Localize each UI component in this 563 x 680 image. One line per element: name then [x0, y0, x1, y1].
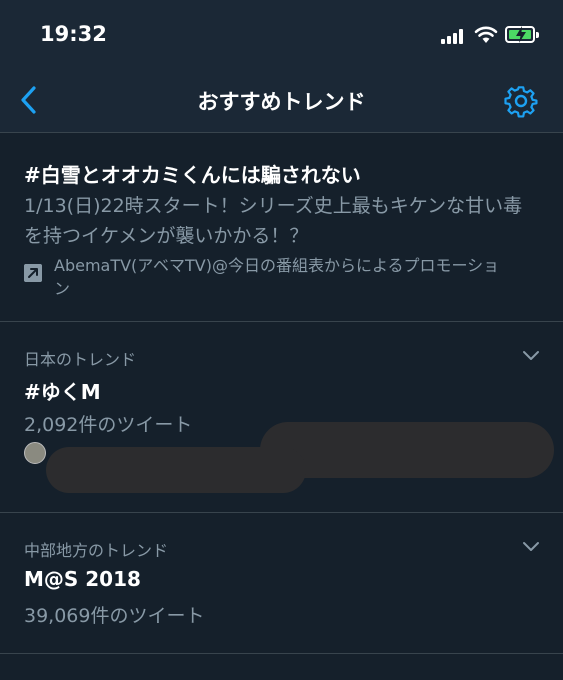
- promoted-trend[interactable]: #白雪とオオカミくんには騙されない 1/13(日)22時スタート！シリーズ史上最…: [0, 133, 563, 322]
- trend-context: 日本のトレンド: [24, 350, 137, 369]
- status-time: 19:32: [40, 22, 107, 46]
- trend-name[interactable]: #ゆくM: [24, 376, 101, 405]
- trend-item[interactable]: 中部地方のトレンド M@S 2018 39,069件のツイート: [0, 513, 563, 654]
- trend-context: 中部地方のトレンド: [24, 541, 169, 560]
- battery-icon: [505, 26, 539, 43]
- redacted-overlay: [46, 447, 306, 493]
- page-title: おすすめトレンド: [197, 90, 366, 114]
- chevron-down-icon[interactable]: [522, 350, 540, 362]
- trend-name[interactable]: M@S 2018: [24, 567, 141, 591]
- trend-tweet-count: 2,092件のツイート: [24, 414, 193, 436]
- wifi-icon: [474, 26, 498, 43]
- navigation-bar: おすすめトレンド: [0, 70, 563, 133]
- trend-tweet-count: 39,069件のツイート: [24, 605, 205, 627]
- chevron-down-icon[interactable]: [522, 541, 540, 553]
- promoted-byline: AbemaTV(アベマTV)@今日の番組表からによるプロモーション: [54, 256, 500, 298]
- promoted-trend-description: 1/13(日)22時スタート！シリーズ史上最もキケンな甘い毒を持つイケメンが襲い…: [24, 195, 523, 247]
- gear-icon[interactable]: [504, 84, 538, 118]
- avatar: [24, 442, 46, 464]
- promoted-icon: [24, 264, 42, 282]
- signal-icon: [441, 28, 467, 44]
- status-bar: 19:32: [0, 0, 563, 70]
- trend-item[interactable]: 日本のトレンド #ゆくM 2,092件のツイート: [0, 322, 563, 513]
- promoted-trend-title[interactable]: #白雪とオオカミくんには騙されない: [24, 159, 361, 188]
